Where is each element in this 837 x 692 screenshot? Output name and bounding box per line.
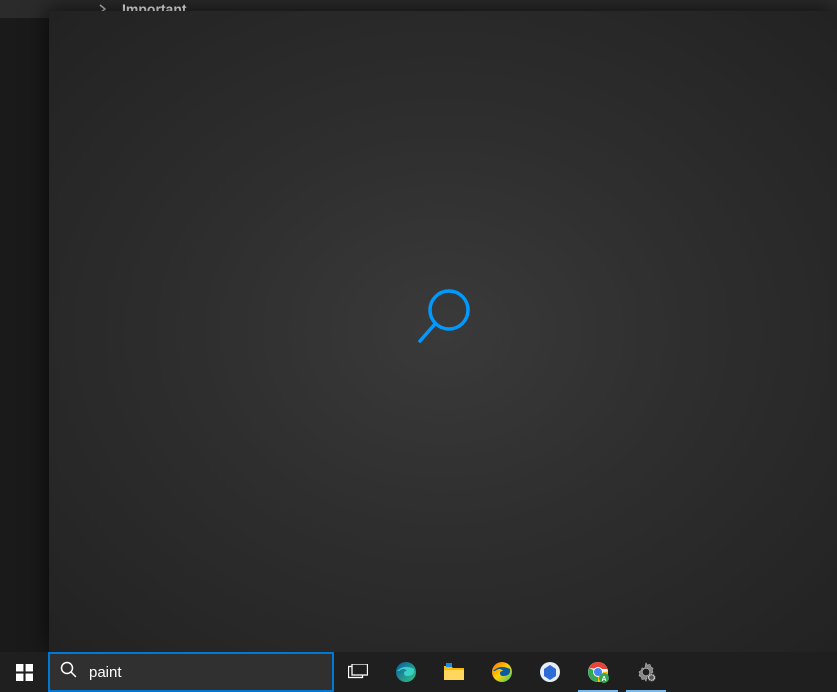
search-icon [60, 661, 77, 683]
search-results-panel [49, 11, 837, 652]
chrome-icon: A [587, 661, 609, 683]
gear-icon [635, 661, 657, 683]
taskbar-app-edge[interactable] [382, 652, 430, 692]
start-button[interactable] [0, 652, 48, 692]
edge-icon [490, 660, 514, 684]
taskbar-search-box[interactable] [48, 652, 334, 692]
taskbar-app-file-explorer[interactable] [430, 652, 478, 692]
taskbar-app-edge-2[interactable] [478, 652, 526, 692]
task-view-icon [348, 664, 368, 680]
task-view-button[interactable] [334, 652, 382, 692]
edge-icon [394, 660, 418, 684]
search-loading-icon [412, 286, 474, 353]
taskbar-app-generic[interactable] [526, 652, 574, 692]
search-input[interactable] [89, 664, 322, 681]
svg-text:A: A [601, 676, 606, 683]
folder-icon [443, 662, 465, 682]
taskbar-app-settings[interactable] [622, 652, 670, 692]
taskbar: A [0, 652, 837, 692]
app-icon [539, 661, 561, 683]
windows-logo-icon [16, 664, 33, 681]
taskbar-app-chrome[interactable]: A [574, 652, 622, 692]
